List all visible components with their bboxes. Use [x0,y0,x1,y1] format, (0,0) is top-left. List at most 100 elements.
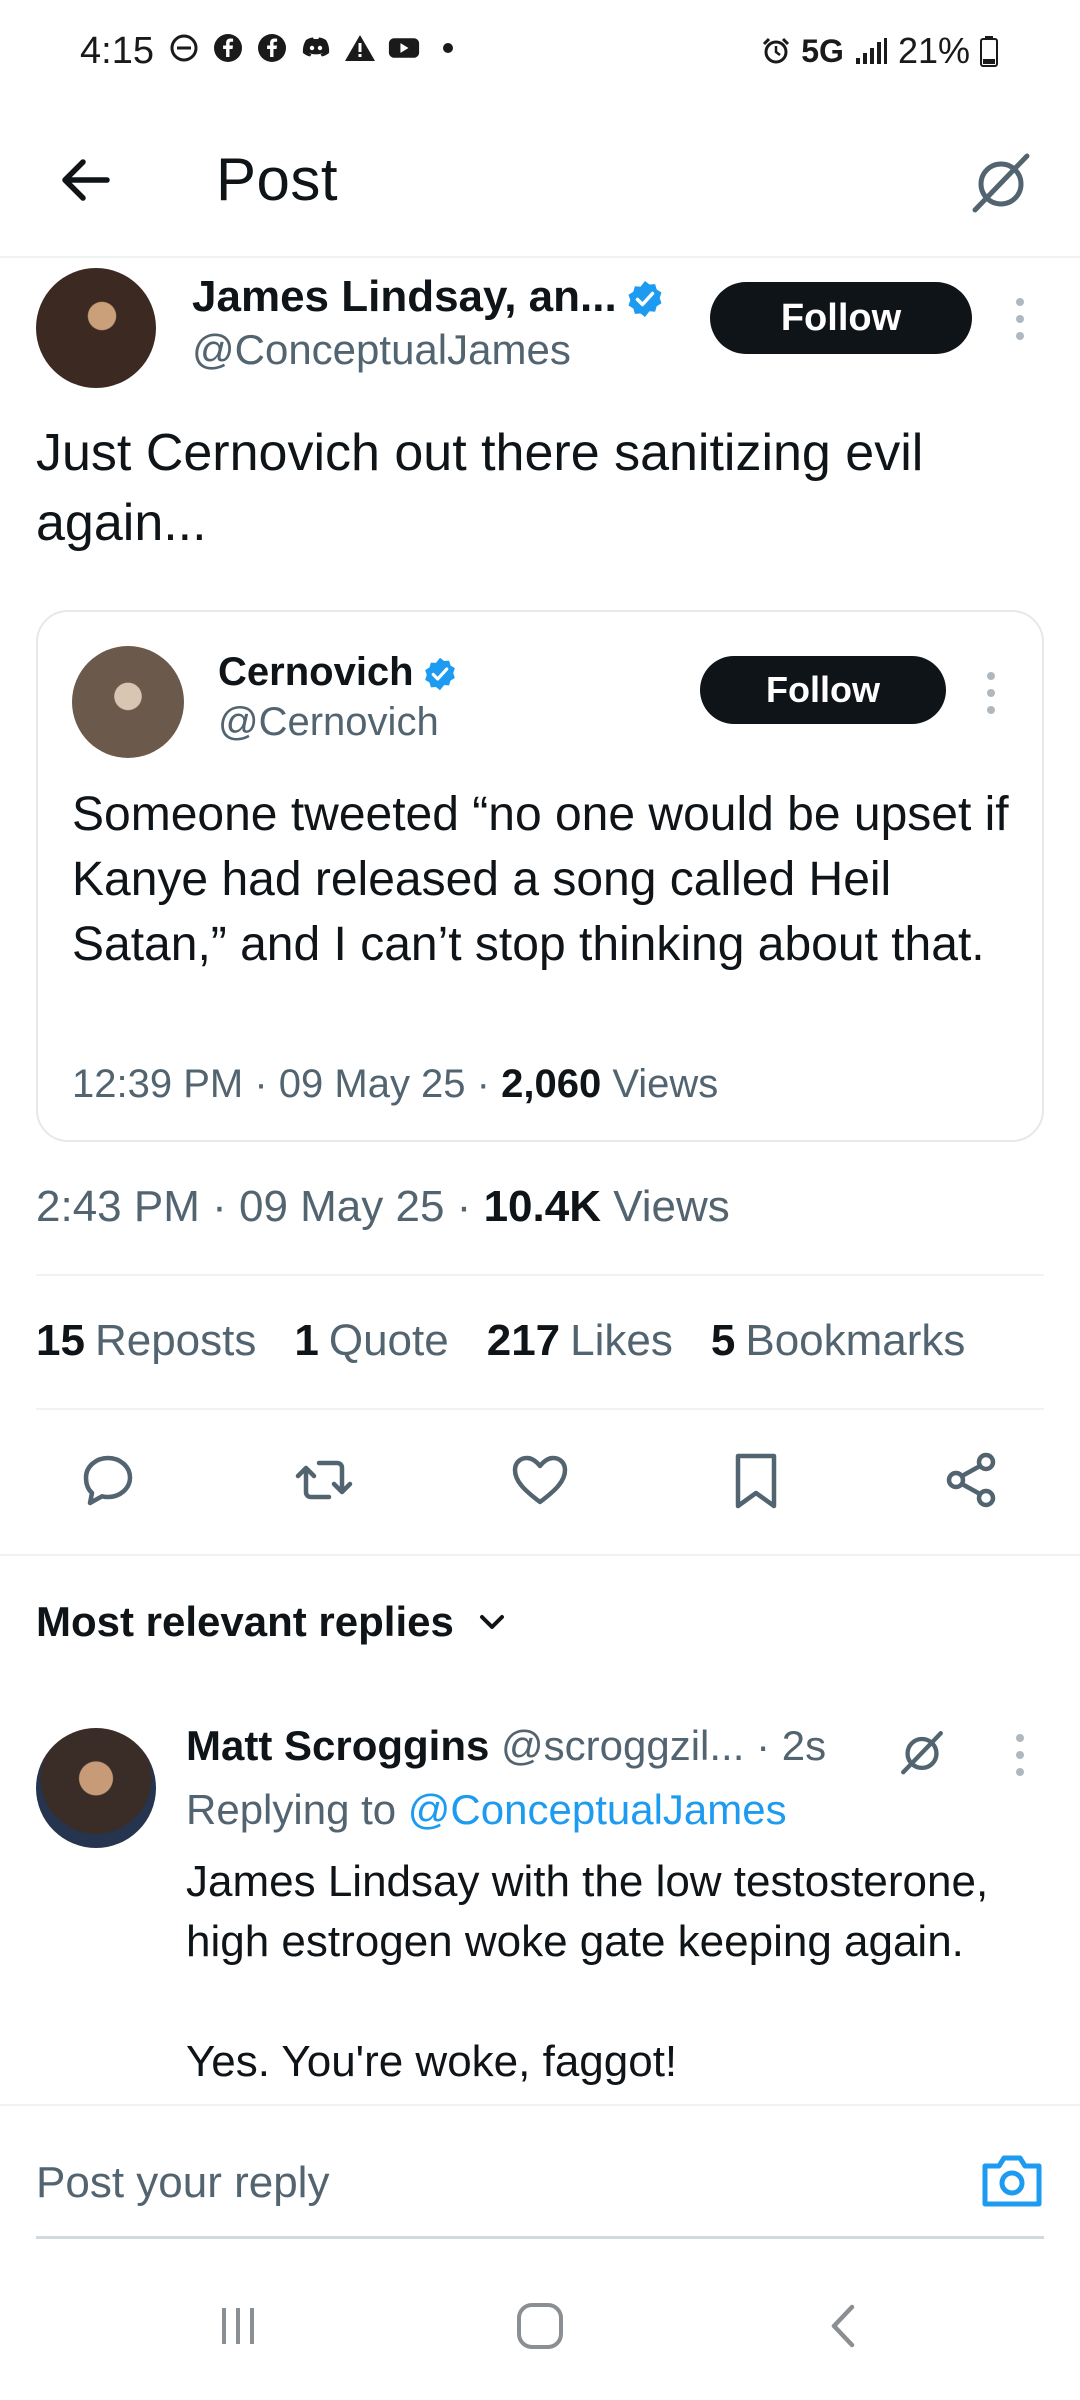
home-button[interactable] [500,2286,580,2366]
status-bar: 4:15 5G 21% [0,0,1080,105]
like-button[interactable] [500,1440,580,1520]
quoted-author-avatar[interactable] [72,646,184,758]
quoted-follow-button[interactable]: Follow [700,656,946,724]
notification-icons [168,32,464,64]
reply-author-avatar[interactable] [36,1728,156,1848]
quoted-post-card[interactable]: Cernovich @Cernovich Follow Someone twee… [36,610,1044,1142]
engagement-stats: 15 Reposts 1 Quote 217 Likes 5 Bookmarks [36,1316,1046,1366]
more-dot-icon [1016,1751,1024,1759]
divider [36,1408,1044,1410]
reply-text: James Lindsay with the low testosterone,… [186,1852,1056,2092]
quoted-author-name-row[interactable]: Cernovich [218,650,458,695]
reply-text-line: Yes. You're woke, faggot! [186,2037,678,2086]
reply-icon [83,1455,133,1506]
more-dot-icon [987,672,995,680]
quoted-author-name: Cernovich [218,650,414,694]
battery-icon [980,36,998,67]
stat-likes[interactable]: 217 Likes [487,1316,673,1366]
camera-icon [982,2155,1042,2207]
quoted-text: Someone tweeted “no one would be upset i… [72,788,1009,971]
stat-label: Quote [328,1316,449,1365]
post-views-count: 10.4K [483,1182,601,1231]
youtube-icon [388,32,420,64]
dot-icon [432,32,464,64]
battery-percent: 21% [897,30,970,71]
post-meta: 2:43 PM · 09 May 25 · 10.4K Views [36,1182,730,1231]
quoted-meta: 12:39 PM · 09 May 25 · 2,060 Views [72,1062,719,1106]
quoted-more-button[interactable] [976,672,1006,714]
stat-quotes[interactable]: 1 Quote [294,1316,448,1366]
replying-prefix: Replying to [186,1786,397,1833]
heart-icon [512,1455,568,1505]
author-name: James Lindsay, an... [192,272,617,321]
stat-label: Bookmarks [745,1316,966,1365]
reply-author-handle: @scroggzil... [501,1722,745,1769]
do-not-disturb-icon [168,32,200,64]
reply-more-button[interactable] [1005,1734,1035,1776]
page-title: Post [216,146,339,213]
camera-button[interactable] [980,2148,1044,2212]
author-name-row[interactable]: James Lindsay, an... [192,272,665,322]
reply-age: · 2s [756,1722,827,1769]
follow-button[interactable]: Follow [710,282,972,354]
post-more-button[interactable] [1005,298,1035,340]
more-dot-icon [987,689,995,697]
status-time: 4:15 [80,30,154,72]
verified-badge-icon [628,281,662,318]
system-back-button[interactable] [804,2286,884,2366]
discord-icon [300,32,332,64]
author-avatar[interactable] [36,268,156,388]
repost-button[interactable] [284,1440,364,1520]
quoted-time: 12:39 PM [72,1062,244,1106]
grok-button[interactable] [960,141,1042,223]
quoted-views-label: Views [612,1062,719,1106]
reply-header[interactable]: Matt Scroggins @scroggzil... · 2s [186,1722,826,1770]
more-dot-icon [1016,332,1024,340]
bookmark-button[interactable] [716,1440,796,1520]
back-button[interactable] [50,145,120,215]
more-dot-icon [1016,1734,1024,1742]
stat-count: 5 [710,1316,736,1365]
recent-apps-icon [222,2308,254,2344]
stat-count: 15 [36,1316,85,1365]
post-views-label: Views [613,1182,730,1231]
stat-label: Likes [570,1316,673,1365]
chevron-left-icon [831,2304,855,2348]
reply-input[interactable]: Post your reply [36,2158,329,2208]
reply-text-line: James Lindsay with the low testosterone,… [186,1857,989,1966]
warning-icon [344,32,376,64]
repost-icon [295,1460,353,1500]
stat-label: Reposts [94,1316,257,1365]
stat-reposts[interactable]: 15 Reposts [36,1316,256,1366]
top-app-bar: Post [0,105,1080,258]
quoted-author-handle[interactable]: @Cernovich [218,700,439,745]
system-nav-bar [0,2246,1080,2400]
stat-count: 1 [294,1316,319,1365]
status-right: 5G 21% [761,30,998,72]
grok-icon [972,153,1030,213]
more-dot-icon [1016,298,1024,306]
author-handle[interactable]: @ConceptualJames [192,326,571,374]
reply-author-name: Matt Scroggins [186,1722,490,1769]
signal-icon [855,38,887,64]
recent-apps-button[interactable] [198,2286,278,2366]
facebook-icon-2 [256,32,288,64]
post-text: Just Cernovich out there sanitizing evil… [36,424,924,552]
divider [0,1554,1080,1556]
reply-sort-dropdown[interactable]: Most relevant replies [36,1598,510,1646]
reply-sort-label: Most relevant replies [36,1598,454,1645]
replying-mention-link[interactable]: @ConceptualJames [408,1786,787,1833]
post-time: 2:43 PM [36,1182,200,1231]
composer-underline [36,2236,1044,2239]
reply-button[interactable] [68,1440,148,1520]
reply-composer: Post your reply [0,2104,1080,2246]
stat-bookmarks[interactable]: 5 Bookmarks [711,1316,966,1366]
action-bar [0,1440,1080,1560]
chevron-down-icon [479,1615,504,1629]
reply-grok-button[interactable] [892,1722,952,1782]
quoted-views-count: 2,060 [501,1062,602,1106]
more-dot-icon [1016,1768,1024,1776]
bookmark-icon [735,1453,777,1509]
divider [36,1274,1044,1276]
share-button[interactable] [932,1440,1012,1520]
